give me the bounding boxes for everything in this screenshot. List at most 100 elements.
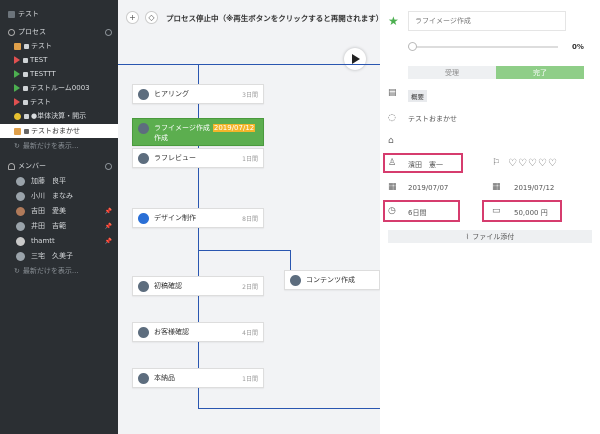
flag-icon: ⚐ (492, 158, 501, 168)
sidebar-member-item[interactable]: 小川 まなみ (0, 190, 118, 202)
sidebar-member-item[interactable]: 加藤 良平 (0, 175, 118, 187)
sidebar-process-item[interactable]: テスト (0, 40, 118, 52)
pin-icon[interactable]: 📌 (105, 238, 112, 245)
add-button[interactable]: + (126, 11, 139, 24)
lock-icon (24, 128, 29, 134)
sidebar-member-item[interactable]: 吉田 愛美 📌 (0, 205, 118, 217)
add-member-icon[interactable] (105, 162, 112, 170)
process-section-header[interactable]: プロセス (0, 26, 118, 38)
sidebar-member-item[interactable]: thamtt 📌 (0, 235, 118, 247)
process-node[interactable]: 本納品 1日間 (132, 368, 264, 388)
process-node[interactable]: コンテンツ作成 (284, 270, 380, 290)
play-button[interactable] (344, 48, 366, 70)
show-latest-members-link[interactable]: ↻ 最新だけを表示... (0, 265, 118, 277)
process-node[interactable]: ラフレビュー 1日間 (132, 148, 264, 168)
refresh-icon: ↻ (14, 267, 20, 275)
member-section-header[interactable]: メンバー (0, 160, 118, 172)
connector-line (198, 388, 199, 408)
progress-percent: 0% (572, 43, 584, 51)
star-icon[interactable]: ★ (388, 14, 399, 28)
complete-button[interactable]: 完了 (496, 66, 584, 79)
sidebar-process-item[interactable]: テストルーム0003 (0, 82, 118, 94)
connector-line (198, 296, 199, 322)
sidebar-member-item[interactable]: 井田 吉範 📌 (0, 220, 118, 232)
highlight-box (383, 200, 460, 222)
group-icon (138, 212, 149, 224)
highlight-box (482, 200, 562, 222)
member-icon (8, 162, 15, 170)
accept-button[interactable]: 受理 (408, 66, 496, 79)
process-node[interactable]: お客様確認 4日間 (132, 322, 264, 342)
show-latest-processes-link[interactable]: ↻ 最新だけを表示... (0, 140, 118, 152)
tag-icon[interactable]: ◇ (145, 11, 158, 24)
calendar-icon: ▦ (492, 182, 501, 192)
sidebar-top-item[interactable]: テスト (0, 8, 118, 20)
process-node[interactable]: ヒアリング 3日間 (132, 84, 264, 104)
pin-icon[interactable]: 📌 (105, 223, 112, 230)
end-date-field[interactable]: 2019/07/12 (514, 184, 554, 192)
start-date-field[interactable]: 2019/07/07 (408, 184, 448, 192)
process-node[interactable]: デザイン制作 8日間 (132, 208, 264, 228)
green-triangle-icon (14, 84, 20, 92)
task-description[interactable]: テストおまかせ (408, 114, 457, 124)
avatar (16, 251, 25, 261)
task-name-field[interactable]: ラフイメージ作成 (408, 11, 566, 31)
orange-square-icon (14, 127, 21, 135)
avatar (290, 274, 301, 286)
connector-line (198, 408, 380, 409)
comment-icon: ◌ (388, 113, 396, 123)
sidebar-process-item[interactable]: テスト (0, 96, 118, 108)
lock-icon (23, 71, 28, 77)
avatar (138, 88, 149, 100)
lock-icon (24, 113, 29, 119)
graduation-cap-icon: ⌂ (388, 136, 394, 146)
connector-line (290, 250, 291, 270)
avatar (16, 221, 25, 231)
priority-hearts[interactable]: ♡♡♡♡♡ (508, 158, 558, 169)
red-triangle-icon (14, 56, 20, 64)
lock-icon (24, 43, 29, 49)
green-triangle-icon (14, 70, 20, 78)
process-node[interactable]: 初稿確認 2日間 (132, 276, 264, 296)
connector-line (198, 250, 290, 251)
sidebar-process-item[interactable]: TEST (0, 54, 118, 66)
avatar (138, 152, 149, 164)
highlight-box (383, 153, 463, 173)
book-icon: ▤ (388, 88, 397, 98)
sidebar: テスト プロセス テスト TEST TESTTT テストルーム0003 テスト … (0, 0, 118, 434)
task-detail-panel: ★ ラフイメージ作成 0% 受理 完了 ▤ 概要 ◌ テストおまかせ ⌂ ♙ 濱… (380, 0, 600, 434)
connector-line (198, 342, 199, 368)
deadline-badge: 2019/07/12 (212, 124, 256, 132)
process-node-selected[interactable]: ラフイメージ作成 2019/07/12 作成 (132, 118, 264, 146)
summary-tag[interactable]: 概要 (408, 90, 427, 102)
sidebar-process-item[interactable]: ●単体決算・開示 (0, 110, 118, 122)
sidebar-process-item[interactable]: TESTTT (0, 68, 118, 80)
avatar (16, 191, 25, 201)
sidebar-process-item-active[interactable]: テストおまかせ (0, 124, 118, 138)
progress-slider-handle[interactable] (408, 42, 417, 51)
add-process-icon[interactable] (105, 28, 112, 36)
process-canvas[interactable]: + ◇ プロセス停止中（※再生ボタンをクリックすると再開されます） ヒアリング … (118, 0, 380, 434)
lock-icon (23, 85, 28, 91)
canvas-toolbar: + ◇ プロセス停止中（※再生ボタンをクリックすると再開されます） (118, 0, 380, 34)
progress-slider-track[interactable] (408, 46, 558, 48)
red-triangle-icon (14, 98, 20, 106)
avatar (138, 280, 149, 292)
lock-icon (23, 99, 28, 105)
yellow-circle-icon (14, 112, 21, 120)
process-status-title: プロセス停止中（※再生ボタンをクリックすると再開されます） (166, 14, 380, 23)
sidebar-member-item[interactable]: 三宅 久美子 (0, 250, 118, 262)
orange-square-icon (14, 42, 21, 50)
dashboard-icon (8, 10, 15, 18)
avatar (16, 236, 25, 246)
avatar (16, 176, 25, 186)
pin-icon[interactable]: 📌 (105, 208, 112, 215)
play-icon (352, 54, 360, 64)
avatar (138, 326, 149, 338)
avatar (16, 206, 25, 216)
attach-file-button[interactable]: ⌇ ファイル添付 (388, 230, 592, 243)
avatar (138, 372, 149, 384)
avatar (138, 123, 149, 134)
process-icon (8, 28, 15, 36)
connector-line (198, 64, 199, 84)
